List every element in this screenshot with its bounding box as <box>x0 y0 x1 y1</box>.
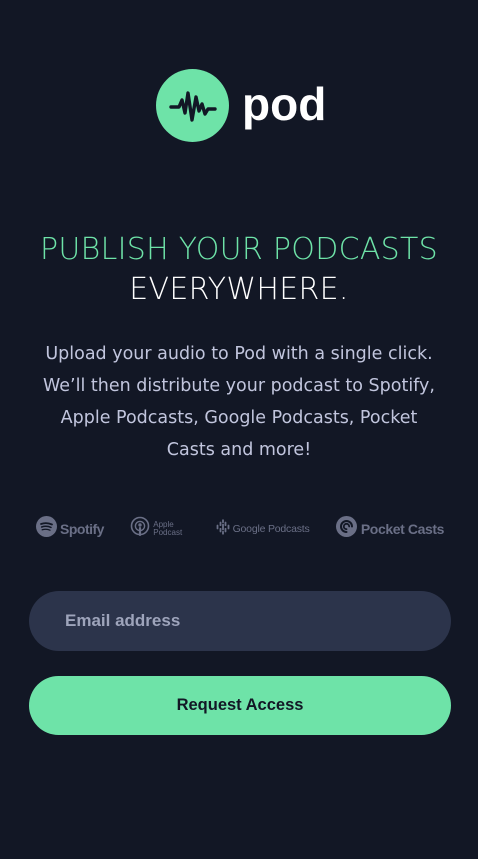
platform-name: Apple Podcast <box>153 520 183 537</box>
pod-logo: pod <box>156 69 326 142</box>
platform-name: Google Podcasts <box>232 523 310 535</box>
headline-line-2: EVERYWHERE. <box>129 272 349 307</box>
apple-podcasts-icon <box>130 516 150 543</box>
description-text: Upload your audio to Pod with a single c… <box>43 344 435 460</box>
spotify-icon <box>36 516 57 542</box>
platform-name: Pocket Casts <box>360 521 445 537</box>
headline-line-1: PUBLISH YOUR PODCASTS <box>39 232 438 267</box>
pocket-casts-icon <box>335 516 357 542</box>
platform-apple-podcasts: Apple Podcast <box>130 516 189 543</box>
logo-wordmark: pod <box>242 77 327 130</box>
platform-pocket-casts: Pocket Casts <box>335 516 445 542</box>
google-podcasts-icon <box>216 518 230 540</box>
page-headline: PUBLISH YOUR PODCASTS EVERYWHERE. <box>0 230 478 310</box>
audio-wave-icon <box>156 69 229 142</box>
platform-name: Spotify <box>60 521 104 537</box>
request-access-button[interactable]: Request Access <box>29 676 451 735</box>
platform-spotify: Spotify <box>36 516 104 542</box>
platform-logos: Spotify Apple Podcast Google Podcasts Po… <box>36 514 444 544</box>
email-input[interactable] <box>29 591 451 651</box>
platform-google-podcasts: Google Podcasts <box>216 518 310 540</box>
